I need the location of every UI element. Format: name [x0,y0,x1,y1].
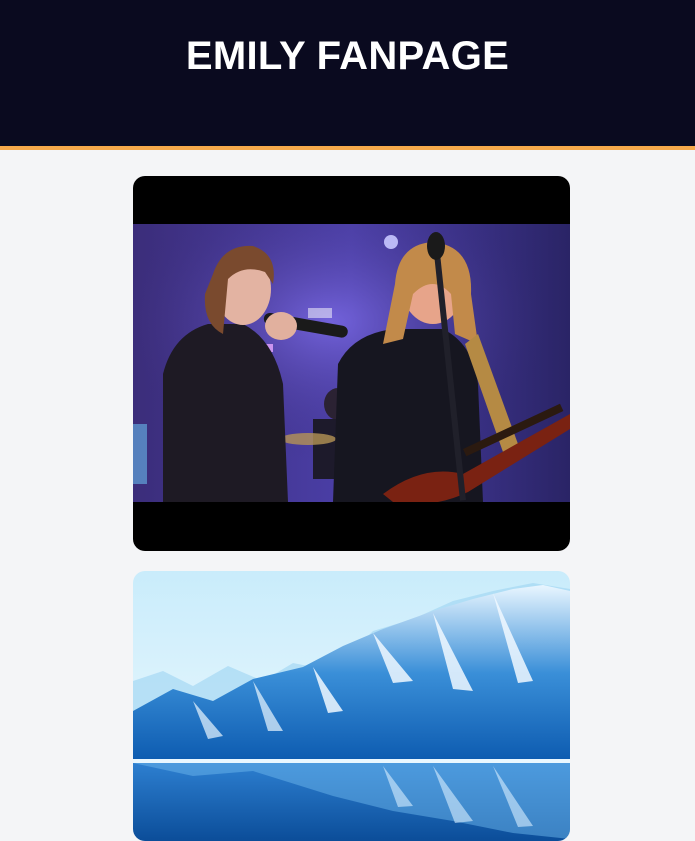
snowy-mountain-lake-photo [133,571,570,841]
site-header: EMILY FANPAGE [0,0,695,150]
page-title: EMILY FANPAGE [185,34,510,78]
concert-video-thumbnail[interactable] [133,224,570,502]
mountain-photo-card[interactable] [133,571,570,841]
video-card[interactable] [133,176,570,551]
